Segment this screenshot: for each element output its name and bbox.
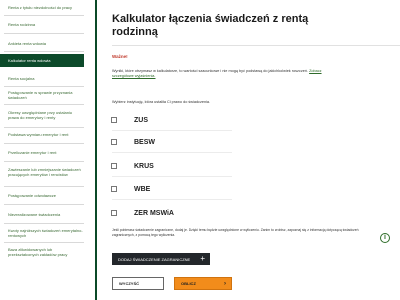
sidebar-item-kalkulator-renta-wdowia[interactable]: Kalkulator renta wdowia bbox=[0, 54, 84, 67]
sidebar-nav: Renta z tytułu niezdolności do pracy Ren… bbox=[0, 0, 96, 300]
option-divider bbox=[112, 152, 232, 153]
sidebar-item-postepowanie[interactable]: Postępowanie w sprawie przyznania świadc… bbox=[0, 90, 84, 100]
sidebar-item-okresy[interactable]: Okresy uwzględniane przy ustalaniu prawa… bbox=[0, 110, 84, 120]
foreign-benefit-note: Jeśli pobierasz świadczenie zagraniczne,… bbox=[112, 228, 359, 237]
warning-text: Wyniki, które otrzymasz w kalkulatorze, … bbox=[112, 69, 327, 79]
sidebar-divider bbox=[4, 161, 84, 162]
add-button-label: DODAJ ŚWIADCZENIE ZAGRANICZNE bbox=[118, 256, 191, 262]
calculate-button[interactable]: OBLICZ › bbox=[174, 277, 232, 290]
calculate-button-label: OBLICZ bbox=[181, 281, 196, 286]
clear-button-label: WYCZYŚĆ bbox=[119, 281, 139, 286]
sidebar-item-podstawa-wymiaru[interactable]: Podstawa wymiaru emerytur i rent bbox=[0, 132, 84, 137]
option-label: ZUS bbox=[134, 116, 148, 124]
option-divider bbox=[112, 199, 232, 200]
arrow-right-icon: › bbox=[224, 280, 226, 287]
page-title: Kalkulator łączenia świadczeń z rentą ro… bbox=[112, 13, 309, 38]
sidebar-item-postepowanie-odwolawcze[interactable]: Postępowanie odwoławcze bbox=[0, 193, 84, 198]
option-label: KRUS bbox=[134, 162, 154, 170]
checkbox-besw[interactable] bbox=[111, 139, 117, 145]
sidebar-divider bbox=[4, 127, 84, 128]
sidebar-item-baza-zakladow[interactable]: Baza zlikwidowanych lub przekształconych… bbox=[0, 247, 84, 257]
sidebar-divider bbox=[4, 186, 84, 187]
sidebar-divider bbox=[4, 51, 84, 52]
option-wbe[interactable]: WBE bbox=[111, 185, 150, 193]
clear-button[interactable]: WYCZYŚĆ bbox=[112, 277, 164, 290]
option-label: WBE bbox=[134, 185, 151, 193]
checkbox-zus[interactable] bbox=[111, 117, 117, 123]
title-divider bbox=[112, 45, 400, 46]
sidebar-divider bbox=[4, 104, 84, 105]
option-zer-mswia[interactable]: ZER MSWiA bbox=[111, 209, 174, 217]
checkbox-krus[interactable] bbox=[111, 163, 117, 169]
sidebar-item-kwoty-najnizszych[interactable]: Kwoty najniższych świadczeń emerytalno-r… bbox=[0, 228, 84, 238]
sidebar-divider bbox=[4, 242, 84, 243]
plus-icon: + bbox=[200, 254, 205, 263]
option-label: ZER MSWiA bbox=[134, 209, 174, 217]
sidebar-item-ankieta-renta-wdowia[interactable]: Ankieta renta wdowia bbox=[0, 41, 84, 46]
sidebar-item-niezrealizowane[interactable]: Niezrealizowane świadczenia bbox=[0, 212, 84, 217]
option-divider bbox=[112, 176, 232, 177]
sidebar-item-renta-niezdolnosc[interactable]: Renta z tytułu niezdolności do pracy bbox=[0, 5, 84, 10]
option-zus[interactable]: ZUS bbox=[111, 116, 148, 124]
sidebar-divider bbox=[4, 223, 84, 224]
option-besw[interactable]: BESW bbox=[111, 138, 155, 146]
sidebar-divider bbox=[4, 86, 84, 87]
sidebar-item-renta-socjalna[interactable]: Renta socjalna bbox=[0, 76, 84, 81]
add-foreign-benefit-button[interactable]: DODAJ ŚWIADCZENIE ZAGRANICZNE + bbox=[112, 253, 210, 265]
warning-body: Wyniki, które otrzymasz w kalkulatorze, … bbox=[112, 69, 309, 73]
sidebar-divider bbox=[4, 143, 84, 144]
checkbox-zer-mswia[interactable] bbox=[111, 210, 117, 216]
sidebar-divider bbox=[4, 33, 84, 34]
sidebar-item-zawieszanie[interactable]: Zawieszanie lub zmniejszanie świadczeń p… bbox=[0, 167, 84, 177]
info-icon[interactable]: i bbox=[380, 233, 390, 243]
sidebar-divider bbox=[4, 15, 84, 16]
sidebar-item-przeliczanie[interactable]: Przeliczanie emerytur i rent bbox=[0, 150, 84, 155]
sidebar-item-renta-rodzinna[interactable]: Renta rodzinna bbox=[0, 22, 84, 27]
sidebar-border bbox=[95, 0, 97, 300]
option-divider bbox=[112, 130, 232, 131]
option-krus[interactable]: KRUS bbox=[111, 162, 154, 170]
checkbox-wbe[interactable] bbox=[111, 186, 117, 192]
option-label: BESW bbox=[134, 138, 155, 146]
sidebar-divider bbox=[4, 204, 84, 205]
choose-institution-text: Wybierz instytucję, która ustaliła Ci pr… bbox=[112, 100, 211, 104]
warning-label: Ważne! bbox=[112, 54, 128, 59]
